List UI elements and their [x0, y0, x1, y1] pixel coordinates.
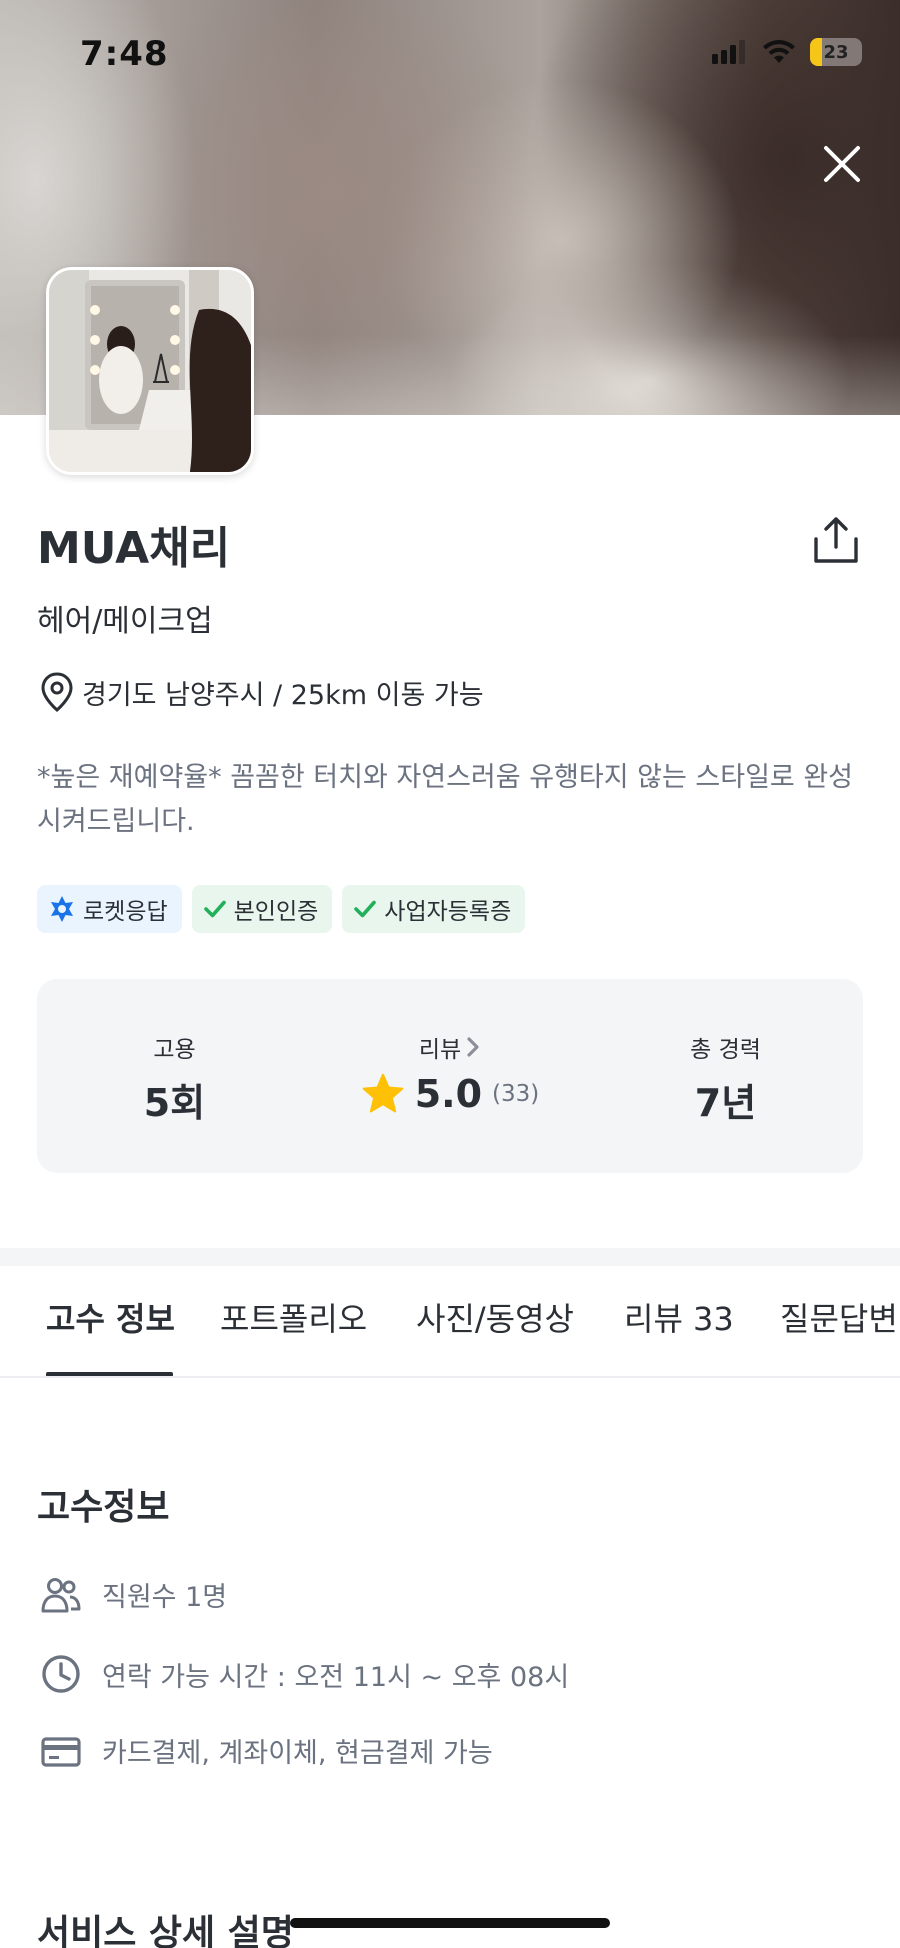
tab-bar: 고수 정보 포트폴리오 사진/동영상 리뷰 33 질문답변: [0, 1266, 900, 1378]
info-employees: 직원수 1명: [40, 1575, 227, 1614]
stat-career-label: 총 경력: [690, 1037, 761, 1063]
section-title-expert-info: 고수정보: [37, 1487, 170, 1528]
badge-label: 본인인증: [233, 899, 319, 925]
info-contact-hours: 연락 가능 시간 : 오전 11시 ~ 오후 08시: [40, 1653, 569, 1695]
tab-portfolio[interactable]: 포트폴리오: [220, 1294, 367, 1340]
status-icons: 23: [712, 38, 862, 66]
section-divider: [0, 1248, 900, 1266]
badge-identity-verified: 본인인증: [191, 885, 333, 933]
people-icon: [41, 1577, 81, 1612]
stat-review[interactable]: 리뷰 5.0 (33): [312, 979, 588, 1173]
battery-icon: 23: [810, 38, 862, 66]
signal-icon: [712, 40, 745, 64]
info-hours-text: 연락 가능 시간 : 오전 11시 ~ 오후 08시: [102, 1661, 570, 1693]
profile-intro: *높은 재예약율* 꼼꼼한 터치와 자연스러움 유행타지 않는 스타일로 완성시…: [37, 762, 854, 837]
stat-hire: 고용 5회: [37, 979, 312, 1173]
stat-career-value: 7년: [694, 1081, 757, 1125]
map-pin-icon: [41, 672, 73, 712]
profile-name: MUA채리: [37, 523, 231, 574]
battery-level: 23: [823, 41, 849, 63]
location-text: 경기도 남양주시 / 25km 이동 가능: [82, 679, 484, 711]
clock-icon: [42, 1655, 80, 1693]
badge-rocket-response: 로켓응답: [37, 885, 182, 933]
star-icon: [362, 1073, 403, 1113]
info-employees-text: 직원수 1명: [102, 1582, 228, 1613]
info-payment-text: 카드결제, 계좌이체, 현금결제 가능: [102, 1738, 493, 1769]
stat-hire-label: 고용: [153, 1037, 196, 1063]
stat-hire-value: 5회: [143, 1081, 206, 1125]
stat-review-value: 5.0: [414, 1072, 483, 1116]
share-icon[interactable]: [810, 515, 862, 567]
badge-business-license: 사업자등록증: [342, 885, 526, 933]
stat-review-count: (33): [492, 1081, 540, 1107]
tab-reviews[interactable]: 리뷰 33: [624, 1294, 734, 1340]
stats-card: 고용 5회 리뷰 5.0 (33) 총 경력 7년: [37, 979, 863, 1173]
rocket-icon: [51, 896, 73, 922]
badge-label: 사업자등록증: [384, 899, 512, 925]
close-icon[interactable]: [818, 140, 866, 188]
status-time: 7:48: [80, 34, 169, 74]
avatar-photo: [49, 270, 251, 472]
card-icon: [41, 1736, 81, 1767]
check-icon: [354, 900, 377, 918]
tab-expert-info[interactable]: 고수 정보: [46, 1294, 175, 1340]
chevron-right-icon: [467, 1037, 479, 1057]
avatar[interactable]: [46, 267, 254, 475]
tab-active-indicator: [46, 1372, 173, 1376]
badge-list: 로켓응답 본인인증 사업자등록증: [37, 885, 526, 933]
profile-category: 헤어/메이크업: [37, 604, 213, 639]
wifi-icon: [763, 40, 795, 63]
stat-review-label: 리뷰: [418, 1037, 462, 1063]
check-icon: [203, 900, 226, 918]
tab-qna[interactable]: 질문답변: [780, 1294, 898, 1340]
stat-career: 총 경력 7년: [588, 979, 863, 1173]
tab-photos-videos[interactable]: 사진/동영상: [416, 1294, 574, 1340]
badge-label: 로켓응답: [83, 899, 168, 925]
profile-location: 경기도 남양주시 / 25km 이동 가능: [40, 672, 484, 712]
section-title-service-detail: 서비스 상세 설명: [37, 1913, 294, 1948]
home-indicator: [290, 1918, 610, 1928]
info-payment: 카드결제, 계좌이체, 현금결제 가능: [40, 1731, 493, 1770]
